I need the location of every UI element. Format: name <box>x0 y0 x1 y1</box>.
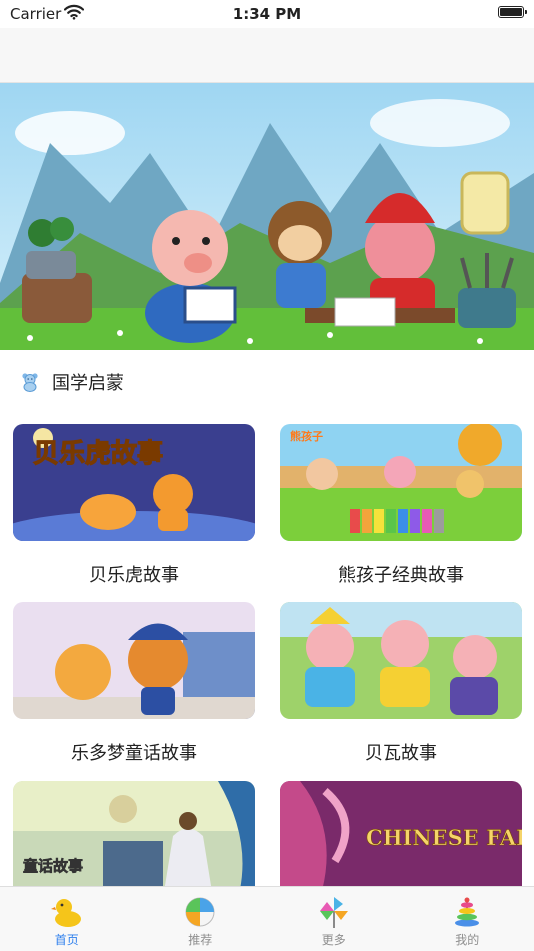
story-thumbnail[interactable]: 童话故事 <box>13 781 255 898</box>
battery-icon <box>498 6 524 18</box>
thumb-title: 熊孩子 <box>290 429 323 443</box>
tab-home[interactable]: 首页 <box>0 887 134 951</box>
section-title: 国学启蒙 <box>52 369 124 395</box>
ring-stack-icon <box>450 895 484 929</box>
story-thumbnail[interactable] <box>13 602 255 719</box>
story-thumbnail[interactable]: 熊孩子 <box>280 424 522 541</box>
story-card[interactable]: 乐多梦童话故事 <box>13 602 255 765</box>
navigation-bar <box>0 28 534 83</box>
story-card[interactable]: 贝乐虎故事 贝乐虎故事 <box>13 424 255 587</box>
story-title: 乐多梦童话故事 <box>13 739 255 765</box>
beach-ball-icon <box>183 895 217 929</box>
tab-bar: 首页 推荐 更多 我的 <box>0 886 534 951</box>
pinwheel-icon <box>317 895 351 929</box>
section-header: 国学启蒙 <box>20 362 124 402</box>
thumb-title: 贝乐虎故事 <box>33 439 163 469</box>
story-card[interactable]: 贝瓦故事 <box>280 602 522 765</box>
banner-image[interactable] <box>0 83 534 350</box>
story-title: 贝乐虎故事 <box>13 561 255 587</box>
story-thumbnail[interactable] <box>280 602 522 719</box>
status-bar: Carrier 1:34 PM <box>0 0 534 28</box>
tab-label: 我的 <box>455 931 479 948</box>
story-title: 熊孩子经典故事 <box>280 561 522 587</box>
status-time: 1:34 PM <box>0 5 534 23</box>
tab-label: 首页 <box>55 931 79 948</box>
teddy-bear-icon <box>20 372 40 392</box>
tab-label: 推荐 <box>188 931 212 948</box>
story-title: 贝瓦故事 <box>280 739 522 765</box>
tab-recommend[interactable]: 推荐 <box>134 887 268 951</box>
story-thumbnail[interactable]: CHINESE FAIRY TALES <box>280 781 522 898</box>
story-thumbnail[interactable]: 贝乐虎故事 <box>13 424 255 541</box>
tab-mine[interactable]: 我的 <box>401 887 534 951</box>
story-card[interactable]: 熊孩子 熊孩子经典故事 <box>280 424 522 587</box>
thumb-title: CHINESE FAIRY TALES <box>366 825 522 850</box>
tab-label: 更多 <box>322 931 346 948</box>
duck-icon <box>50 895 84 929</box>
tab-more[interactable]: 更多 <box>267 887 401 951</box>
thumb-title: 童话故事 <box>23 857 83 875</box>
